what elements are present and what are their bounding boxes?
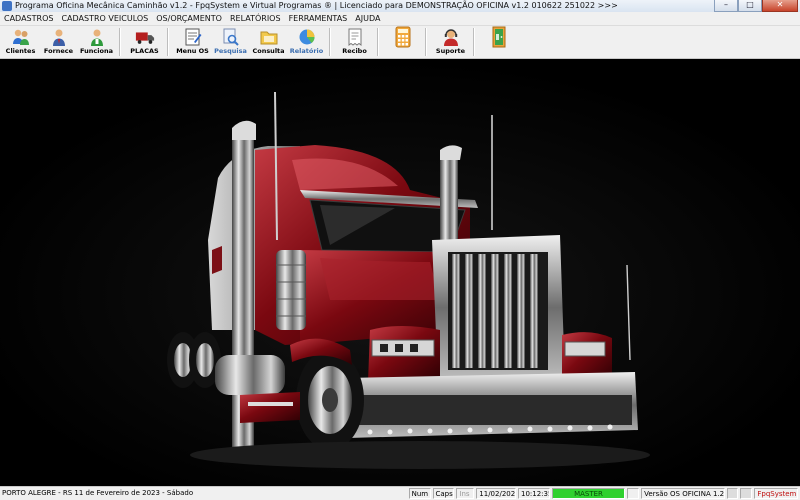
fornece-label: Fornece — [43, 47, 74, 55]
status-user: MASTER — [551, 488, 626, 499]
exit-button[interactable] — [480, 26, 517, 57]
menu-cadastro-veiculos[interactable]: CADASTRO VEICULOS — [57, 12, 152, 25]
exit-door-icon — [489, 26, 509, 48]
toolbar-separator — [119, 28, 121, 56]
placas-button[interactable]: PLACAS — [126, 26, 163, 57]
status-version: Versão OS OFICINA 1.2 — [641, 488, 725, 499]
window-title: Programa Oficina Mecânica Caminhão v1.2 … — [15, 1, 618, 10]
consulta-button[interactable]: Consulta — [250, 26, 287, 57]
maximize-button[interactable]: □ — [738, 0, 762, 12]
menu-relatorios[interactable]: RELATÓRIOS — [226, 12, 285, 25]
clients-icon — [11, 27, 31, 47]
status-insert: Ins — [456, 488, 475, 499]
minimize-button[interactable]: – — [714, 0, 738, 12]
funciona-button[interactable]: Funciona — [78, 26, 115, 57]
menu-os-label: Menu OS — [176, 47, 209, 55]
report-chart-icon — [297, 27, 317, 47]
pesquisa-button[interactable]: Pesquisa — [212, 26, 249, 57]
clientes-button[interactable]: Clientes — [2, 26, 39, 57]
status-caps-lock: Caps — [432, 488, 455, 499]
relatorio-button[interactable]: Relatório — [288, 26, 325, 57]
toolbar-separator — [167, 28, 169, 56]
status-brand: FpqSystem — [754, 488, 799, 499]
query-folder-icon — [259, 27, 279, 47]
funciona-label: Funciona — [80, 47, 113, 55]
app-icon — [2, 1, 12, 11]
relatorio-label: Relatório — [289, 47, 324, 55]
menu-os-button[interactable]: Menu OS — [174, 26, 211, 57]
menu-bar: CADASTROS CADASTRO VEICULOS OS/ORÇAMENTO… — [0, 12, 800, 26]
fornece-button[interactable]: Fornece — [40, 26, 77, 57]
status-num-lock: Num — [408, 488, 431, 499]
menu-ferramentas[interactable]: FERRAMENTAS — [285, 12, 352, 25]
status-lock-icon — [726, 488, 739, 499]
status-info-icon — [740, 488, 753, 499]
status-date: 11/02/2023 — [476, 488, 516, 499]
toolbar-separator — [425, 28, 427, 56]
search-document-icon — [221, 27, 241, 47]
clientes-label: Clientes — [5, 47, 36, 55]
truck-plates-icon — [135, 27, 155, 47]
suporte-label: Suporte — [435, 47, 466, 55]
calculator-button[interactable] — [384, 26, 421, 57]
service-order-icon — [183, 27, 203, 47]
menu-os-orcamento[interactable]: OS/ORÇAMENTO — [152, 12, 226, 25]
status-bar: PORTO ALEGRE - RS 11 de Fevereiro de 202… — [0, 486, 800, 500]
status-location-date: PORTO ALEGRE - RS 11 de Fevereiro de 202… — [2, 489, 194, 497]
recibo-button[interactable]: Recibo — [336, 26, 373, 57]
recibo-label: Recibo — [342, 47, 367, 55]
supplier-icon — [49, 27, 69, 47]
calculator-icon — [393, 26, 413, 48]
close-button[interactable]: ✕ — [762, 0, 798, 12]
status-indicator — [627, 488, 640, 499]
receipt-icon — [345, 27, 365, 47]
pesquisa-label: Pesquisa — [214, 47, 247, 55]
toolbar-separator — [329, 28, 331, 56]
consulta-label: Consulta — [252, 47, 285, 55]
placas-label: PLACAS — [130, 47, 159, 55]
menu-ajuda[interactable]: AJUDA — [351, 12, 384, 25]
support-icon — [441, 27, 461, 47]
toolbar: Clientes Fornece Funciona PLACAS Menu OS… — [0, 26, 800, 59]
menu-cadastros[interactable]: CADASTROS — [0, 12, 57, 25]
employee-icon — [87, 27, 107, 47]
main-wallpaper — [0, 60, 800, 486]
window-controls: – □ ✕ — [714, 0, 798, 12]
truck-image — [0, 60, 800, 486]
status-time: 10:12:35 — [518, 488, 550, 499]
toolbar-separator — [473, 28, 475, 56]
suporte-button[interactable]: Suporte — [432, 26, 469, 57]
toolbar-separator — [377, 28, 379, 56]
